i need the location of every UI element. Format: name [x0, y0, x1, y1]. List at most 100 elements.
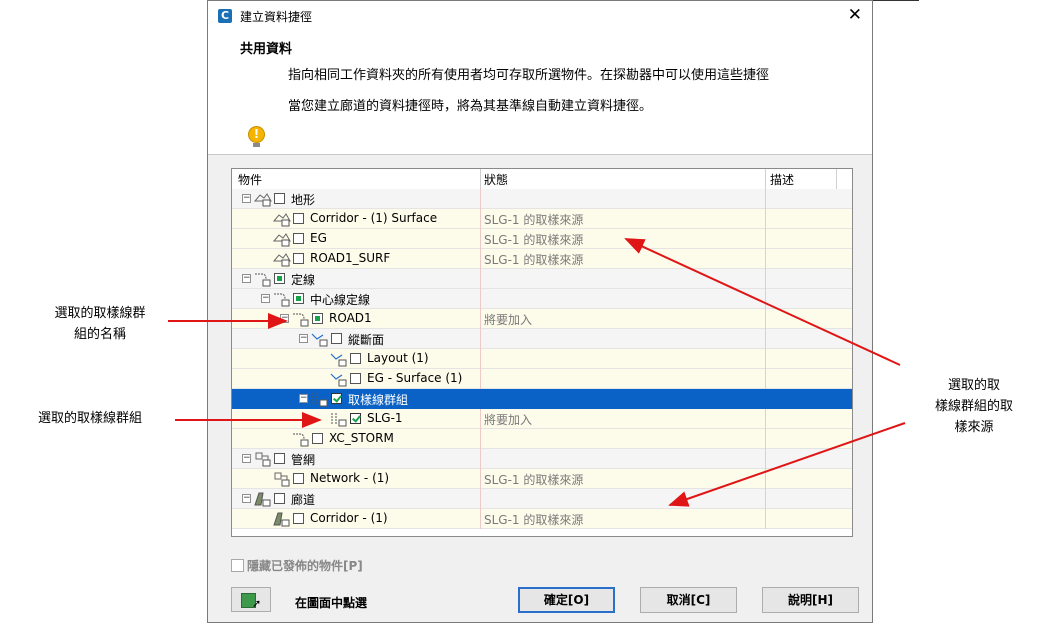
- tree-row[interactable]: ROAD1_SURF SLG-1 的取樣來源: [232, 249, 852, 269]
- object-name: EG - Surface (1): [367, 371, 463, 385]
- cancel-button[interactable]: 取消[C]: [640, 587, 737, 613]
- object-status: SLG-1 的取樣來源: [484, 253, 584, 267]
- tree-rows: − 地形 Corridor - (1) Surface SLG-1 的取樣來源 EG SL…: [232, 189, 852, 529]
- help-button[interactable]: 說明[H]: [762, 587, 859, 613]
- collapse-icon[interactable]: −: [299, 394, 308, 403]
- row-checkbox[interactable]: [350, 353, 361, 364]
- pipe-network-icon: [254, 451, 272, 467]
- tree-row[interactable]: EG - Surface (1): [232, 369, 852, 389]
- surface-icon: [253, 191, 272, 207]
- object-name: 廊道: [291, 493, 316, 507]
- close-icon[interactable]: ✕: [848, 5, 862, 25]
- object-name: 中心線定線: [310, 293, 371, 307]
- collapse-icon[interactable]: −: [242, 274, 251, 283]
- collapse-icon[interactable]: −: [242, 194, 251, 203]
- object-name: XC_STORM: [329, 431, 394, 445]
- row-checkbox[interactable]: [312, 313, 323, 324]
- row-checkbox[interactable]: [293, 213, 304, 224]
- object-name: ROAD1: [329, 311, 372, 325]
- tree-row[interactable]: − 縱斷面: [232, 329, 852, 349]
- tree-row[interactable]: − 管網: [232, 449, 852, 469]
- hide-published-checkbox[interactable]: [231, 559, 244, 572]
- tree-row[interactable]: − 地形: [232, 189, 852, 209]
- row-checkbox[interactable]: [293, 233, 304, 244]
- alignment-icon: [273, 291, 291, 307]
- object-status: SLG-1 的取樣來源: [484, 233, 584, 247]
- row-checkbox[interactable]: [274, 273, 285, 284]
- object-name: 縱斷面: [348, 333, 385, 347]
- title-bar: C 建立資料捷徑 ✕: [208, 1, 872, 31]
- object-name: SLG-1: [367, 411, 403, 425]
- row-checkbox[interactable]: [293, 293, 304, 304]
- sample-line-group-icon: [330, 411, 348, 427]
- tree-row[interactable]: Corridor - (1) Surface SLG-1 的取樣來源: [232, 209, 852, 229]
- window-title: 建立資料捷徑: [240, 10, 313, 24]
- row-checkbox[interactable]: [350, 413, 361, 424]
- objects-tree: 物件 狀態 描述 − 地形 Corridor - (1) Surface SLG-1 …: [231, 168, 853, 537]
- row-checkbox[interactable]: [293, 473, 304, 484]
- create-data-shortcuts-dialog: C 建立資料捷徑 ✕ 共用資料 指向相同工作資料夾的所有使用者均可存取所選物件。…: [207, 0, 873, 623]
- column-header-object[interactable]: 物件: [238, 171, 262, 188]
- corridor-icon: [273, 511, 291, 527]
- pick-in-drawing-button[interactable]: ➚: [231, 587, 271, 612]
- surface-icon: [272, 211, 291, 227]
- object-name: Corridor - (1) Surface: [310, 211, 438, 225]
- tree-row[interactable]: − 中心線定線: [232, 289, 852, 309]
- pipe-network-icon: [273, 471, 291, 487]
- civil3d-app-icon: C: [218, 9, 232, 23]
- tree-header: 物件 狀態 描述: [232, 169, 852, 190]
- callout-sources: 選取的取 樣線群組的取 樣來源: [914, 375, 1034, 438]
- pick-in-drawing-label: 在圖面中點選: [295, 596, 368, 610]
- row-checkbox[interactable]: [274, 493, 285, 504]
- object-status: SLG-1 的取樣來源: [484, 473, 584, 487]
- row-checkbox[interactable]: [350, 373, 361, 384]
- tree-row[interactable]: XC_STORM: [232, 429, 852, 449]
- row-checkbox[interactable]: [331, 393, 342, 404]
- object-name: 地形: [291, 193, 316, 207]
- tree-row[interactable]: − 取樣線群組: [232, 389, 852, 409]
- header-description-2: 當您建立廊道的資料捷徑時，將為其基準線自動建立資料捷徑。: [288, 99, 653, 114]
- object-name: ROAD1_SURF: [310, 251, 391, 265]
- tree-row[interactable]: SLG-1 將要加入: [232, 409, 852, 429]
- row-checkbox[interactable]: [293, 253, 304, 264]
- header-description-1: 指向相同工作資料夾的所有使用者均可存取所選物件。在探勘器中可以使用這些捷徑: [288, 68, 770, 83]
- collapse-icon[interactable]: −: [242, 454, 251, 463]
- callout-group-name-text: 選取的取樣線群 組的名稱: [54, 306, 146, 342]
- object-status: SLG-1 的取樣來源: [484, 513, 584, 527]
- object-name: Layout (1): [367, 351, 429, 365]
- object-name: 定線: [291, 273, 316, 287]
- row-checkbox[interactable]: [293, 513, 304, 524]
- collapse-icon[interactable]: −: [261, 294, 270, 303]
- object-name: 取樣線群組: [348, 393, 409, 407]
- collapse-icon[interactable]: −: [280, 314, 289, 323]
- tree-row[interactable]: − 定線: [232, 269, 852, 289]
- top-edge-line: [873, 0, 919, 1]
- object-status: 將要加入: [484, 313, 533, 327]
- tree-row[interactable]: Layout (1): [232, 349, 852, 369]
- sample-line-group-icon: [311, 391, 329, 407]
- ok-button[interactable]: 確定[O]: [518, 587, 615, 613]
- collapse-icon[interactable]: −: [242, 494, 251, 503]
- row-checkbox[interactable]: [312, 433, 323, 444]
- header-title: 共用資料: [240, 42, 293, 57]
- corridor-icon: [254, 491, 272, 507]
- row-checkbox[interactable]: [331, 333, 342, 344]
- callout-group-text: 選取的取樣線群組: [37, 411, 142, 426]
- alignment-icon: [292, 311, 310, 327]
- row-checkbox[interactable]: [274, 453, 285, 464]
- column-header-description[interactable]: 描述: [770, 171, 794, 188]
- alignment-icon: [254, 271, 272, 287]
- tree-row[interactable]: − ROAD1 將要加入: [232, 309, 852, 329]
- tree-row[interactable]: EG SLG-1 的取樣來源: [232, 229, 852, 249]
- profile-icon: [330, 351, 348, 367]
- collapse-icon[interactable]: −: [299, 334, 308, 343]
- callout-group: 選取的取樣線群組: [15, 408, 165, 429]
- surface-icon: [272, 231, 291, 247]
- tree-row[interactable]: − 廊道: [232, 489, 852, 509]
- tree-row[interactable]: Network - (1) SLG-1 的取樣來源: [232, 469, 852, 489]
- object-name: Network - (1): [310, 471, 390, 485]
- lightbulb-warning-icon: !: [248, 126, 266, 152]
- row-checkbox[interactable]: [274, 193, 285, 204]
- tree-row[interactable]: Corridor - (1) SLG-1 的取樣來源: [232, 509, 852, 529]
- column-header-status[interactable]: 狀態: [484, 171, 508, 188]
